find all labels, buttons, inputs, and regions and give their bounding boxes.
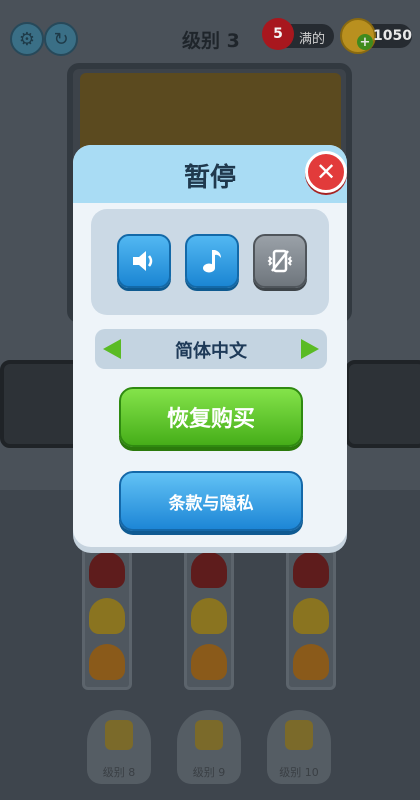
tube[interactable] [82,545,132,690]
lock-icon [195,720,223,750]
orange-ball [191,644,227,680]
lock-icon [285,720,313,750]
yellow-ball [89,598,125,634]
right-pipe [345,360,420,448]
orange-ball [89,644,125,680]
locked-level-label: 级别 9 [192,766,226,779]
level-title: 级别 3 [182,30,240,52]
terms-privacy-button[interactable]: 条款与隐私 [119,471,303,531]
locked-level-label: 级别 10 [279,766,319,779]
vibration-toggle[interactable] [253,234,307,288]
next-language-arrow-icon[interactable] [301,339,319,359]
lock-icon [105,720,133,750]
music-toggle[interactable] [185,234,239,288]
red-ball [293,552,329,588]
tube[interactable] [184,545,234,690]
restart-icon[interactable]: ↻ [44,22,78,56]
language-label: 简体中文 [175,341,247,362]
restore-purchase-button[interactable]: 恢复购买 [119,387,303,447]
pause-dialog: 暂停 ✕ 简体中文 恢复购买 条款与隐私 [73,145,347,547]
tube[interactable] [286,545,336,690]
sound-toggle[interactable] [117,234,171,288]
red-ball [191,552,227,588]
coin-count: 1050 [373,28,412,44]
yellow-ball [191,598,227,634]
locked-level-slot: 级别 10 [267,710,331,784]
left-pipe [0,360,83,448]
speaker-icon [133,251,153,271]
orange-ball [293,644,329,680]
add-coins-button[interactable]: + [357,34,373,50]
language-selector: 简体中文 [95,329,327,369]
music-note-icon [203,250,221,273]
locked-level-slot: 级别 9 [177,710,241,784]
lives-status: 满的 [299,32,326,47]
settings-panel [91,209,329,315]
vibration-off-icon [267,249,293,273]
locked-level-slot: 级别 8 [87,710,151,784]
close-button[interactable]: ✕ [305,151,347,193]
close-icon: ✕ [315,158,337,186]
red-ball [89,552,125,588]
heart-icon: 5 [262,18,294,50]
locked-level-label: 级别 8 [102,766,136,779]
settings-gear-icon[interactable]: ⚙ [10,22,44,56]
yellow-ball [293,598,329,634]
